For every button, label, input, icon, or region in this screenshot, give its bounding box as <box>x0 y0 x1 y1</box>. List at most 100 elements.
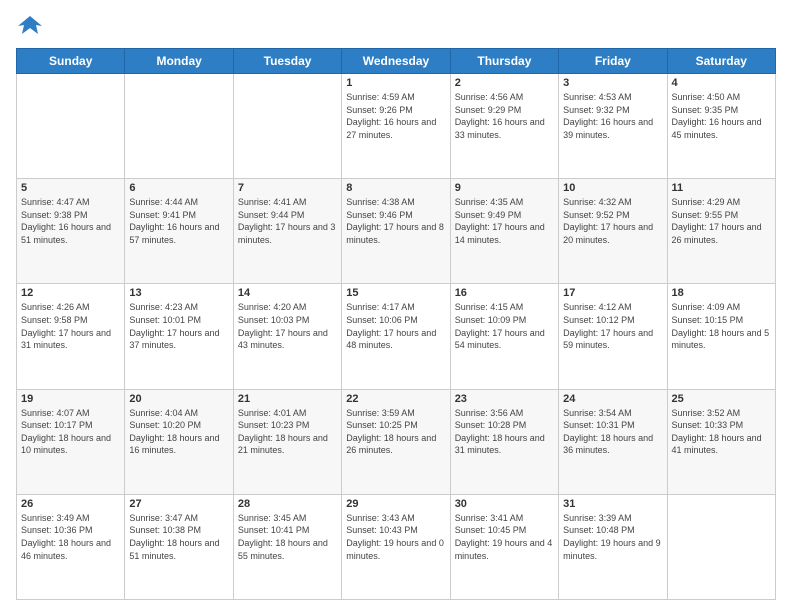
logo-bird-icon <box>16 12 44 40</box>
calendar-day-cell: 20Sunrise: 4:04 AM Sunset: 10:20 PM Dayl… <box>125 389 233 494</box>
day-info: Sunrise: 4:26 AM Sunset: 9:58 PM Dayligh… <box>21 301 120 351</box>
day-number: 24 <box>563 393 662 405</box>
day-number: 15 <box>346 287 445 299</box>
day-info: Sunrise: 4:29 AM Sunset: 9:55 PM Dayligh… <box>672 196 771 246</box>
calendar-header-cell: Thursday <box>450 49 558 74</box>
day-number: 12 <box>21 287 120 299</box>
day-number: 9 <box>455 182 554 194</box>
day-number: 31 <box>563 498 662 510</box>
day-number: 28 <box>238 498 337 510</box>
day-number: 22 <box>346 393 445 405</box>
day-info: Sunrise: 4:44 AM Sunset: 9:41 PM Dayligh… <box>129 196 228 246</box>
day-info: Sunrise: 4:32 AM Sunset: 9:52 PM Dayligh… <box>563 196 662 246</box>
day-number: 14 <box>238 287 337 299</box>
day-number: 29 <box>346 498 445 510</box>
calendar-header-row: SundayMondayTuesdayWednesdayThursdayFrid… <box>17 49 776 74</box>
day-number: 30 <box>455 498 554 510</box>
day-number: 5 <box>21 182 120 194</box>
day-info: Sunrise: 3:52 AM Sunset: 10:33 PM Daylig… <box>672 407 771 457</box>
calendar-day-cell: 17 Sunrise: 4:12 AM Sunset: 10:12 PM Dayl… <box>559 284 667 389</box>
calendar-day-cell: 10 Sunrise: 4:32 AM Sunset: 9:52 PM Dayli… <box>559 179 667 284</box>
day-number: 25 <box>672 393 771 405</box>
calendar-day-cell <box>233 74 341 179</box>
day-info: Sunrise: 4:41 AM Sunset: 9:44 PM Dayligh… <box>238 196 337 246</box>
page: SundayMondayTuesdayWednesdayThursdayFrid… <box>0 0 792 612</box>
day-number: 17 <box>563 287 662 299</box>
day-info: Sunrise: 4:12 AM Sunset: 10:12 PM Daylig… <box>563 301 662 351</box>
day-info: Sunrise: 4:35 AM Sunset: 9:49 PM Dayligh… <box>455 196 554 246</box>
day-number: 16 <box>455 287 554 299</box>
calendar-header-cell: Sunday <box>17 49 125 74</box>
calendar-day-cell: 1 Sunrise: 4:59 AM Sunset: 9:26 PM Daylig… <box>342 74 450 179</box>
calendar-week-row: 12 Sunrise: 4:26 AM Sunset: 9:58 PM Dayli… <box>17 284 776 389</box>
day-info: Sunrise: 4:17 AM Sunset: 10:06 PM Daylig… <box>346 301 445 351</box>
calendar-day-cell: 30Sunrise: 3:41 AM Sunset: 10:45 PM Dayl… <box>450 494 558 599</box>
day-number: 13 <box>129 287 228 299</box>
calendar-week-row: 5 Sunrise: 4:47 AM Sunset: 9:38 PM Daylig… <box>17 179 776 284</box>
calendar-header-cell: Friday <box>559 49 667 74</box>
calendar-day-cell: 18 Sunrise: 4:09 AM Sunset: 10:15 PM Dayl… <box>667 284 775 389</box>
calendar-day-cell: 6Sunrise: 4:44 AM Sunset: 9:41 PM Daylig… <box>125 179 233 284</box>
day-info: Sunrise: 3:39 AM Sunset: 10:48 PM Daylig… <box>563 512 662 562</box>
calendar-day-cell: 14 Sunrise: 4:20 AM Sunset: 10:03 PM Dayl… <box>233 284 341 389</box>
calendar-header-cell: Wednesday <box>342 49 450 74</box>
calendar-day-cell: 28 Sunrise: 3:45 AM Sunset: 10:41 PM Dayl… <box>233 494 341 599</box>
calendar-day-cell: 4 Sunrise: 4:50 AM Sunset: 9:35 PM Daylig… <box>667 74 775 179</box>
calendar-day-cell: 23Sunrise: 3:56 AM Sunset: 10:28 PM Dayl… <box>450 389 558 494</box>
day-info: Sunrise: 4:09 AM Sunset: 10:15 PM Daylig… <box>672 301 771 351</box>
day-info: Sunrise: 4:47 AM Sunset: 9:38 PM Dayligh… <box>21 196 120 246</box>
day-number: 1 <box>346 77 445 89</box>
day-number: 2 <box>455 77 554 89</box>
calendar-day-cell: 16Sunrise: 4:15 AM Sunset: 10:09 PM Dayl… <box>450 284 558 389</box>
calendar-day-cell: 22 Sunrise: 3:59 AM Sunset: 10:25 PM Dayl… <box>342 389 450 494</box>
day-info: Sunrise: 4:59 AM Sunset: 9:26 PM Dayligh… <box>346 91 445 141</box>
calendar-day-cell: 24Sunrise: 3:54 AM Sunset: 10:31 PM Dayl… <box>559 389 667 494</box>
day-info: Sunrise: 4:56 AM Sunset: 9:29 PM Dayligh… <box>455 91 554 141</box>
day-number: 10 <box>563 182 662 194</box>
calendar-day-cell: 12 Sunrise: 4:26 AM Sunset: 9:58 PM Dayli… <box>17 284 125 389</box>
header <box>16 12 776 40</box>
day-info: Sunrise: 4:01 AM Sunset: 10:23 PM Daylig… <box>238 407 337 457</box>
calendar-day-cell: 8 Sunrise: 4:38 AM Sunset: 9:46 PM Daylig… <box>342 179 450 284</box>
day-info: Sunrise: 4:53 AM Sunset: 9:32 PM Dayligh… <box>563 91 662 141</box>
calendar-day-cell <box>17 74 125 179</box>
calendar-day-cell: 2 Sunrise: 4:56 AM Sunset: 9:29 PM Daylig… <box>450 74 558 179</box>
calendar-body: 1 Sunrise: 4:59 AM Sunset: 9:26 PM Daylig… <box>17 74 776 600</box>
day-info: Sunrise: 4:50 AM Sunset: 9:35 PM Dayligh… <box>672 91 771 141</box>
calendar-week-row: 19Sunrise: 4:07 AM Sunset: 10:17 PM Dayl… <box>17 389 776 494</box>
day-info: Sunrise: 3:47 AM Sunset: 10:38 PM Daylig… <box>129 512 228 562</box>
day-info: Sunrise: 4:20 AM Sunset: 10:03 PM Daylig… <box>238 301 337 351</box>
calendar-header-cell: Monday <box>125 49 233 74</box>
day-number: 27 <box>129 498 228 510</box>
day-number: 21 <box>238 393 337 405</box>
calendar-week-row: 1 Sunrise: 4:59 AM Sunset: 9:26 PM Daylig… <box>17 74 776 179</box>
day-info: Sunrise: 3:43 AM Sunset: 10:43 PM Daylig… <box>346 512 445 562</box>
day-info: Sunrise: 3:49 AM Sunset: 10:36 PM Daylig… <box>21 512 120 562</box>
calendar-header: SundayMondayTuesdayWednesdayThursdayFrid… <box>17 49 776 74</box>
calendar-day-cell: 21 Sunrise: 4:01 AM Sunset: 10:23 PM Dayl… <box>233 389 341 494</box>
day-number: 3 <box>563 77 662 89</box>
day-info: Sunrise: 4:07 AM Sunset: 10:17 PM Daylig… <box>21 407 120 457</box>
day-number: 7 <box>238 182 337 194</box>
calendar-header-cell: Tuesday <box>233 49 341 74</box>
calendar-day-cell <box>667 494 775 599</box>
day-info: Sunrise: 4:38 AM Sunset: 9:46 PM Dayligh… <box>346 196 445 246</box>
day-number: 8 <box>346 182 445 194</box>
day-info: Sunrise: 3:45 AM Sunset: 10:41 PM Daylig… <box>238 512 337 562</box>
calendar-day-cell: 15 Sunrise: 4:17 AM Sunset: 10:06 PM Dayl… <box>342 284 450 389</box>
calendar-header-cell: Saturday <box>667 49 775 74</box>
calendar-day-cell: 29 Sunrise: 3:43 AM Sunset: 10:43 PM Dayl… <box>342 494 450 599</box>
logo <box>16 12 48 40</box>
calendar-day-cell: 11Sunrise: 4:29 AM Sunset: 9:55 PM Dayli… <box>667 179 775 284</box>
day-number: 18 <box>672 287 771 299</box>
calendar-day-cell: 27 Sunrise: 3:47 AM Sunset: 10:38 PM Dayl… <box>125 494 233 599</box>
calendar-day-cell: 31 Sunrise: 3:39 AM Sunset: 10:48 PM Dayl… <box>559 494 667 599</box>
calendar-day-cell: 19Sunrise: 4:07 AM Sunset: 10:17 PM Dayl… <box>17 389 125 494</box>
day-number: 4 <box>672 77 771 89</box>
day-number: 26 <box>21 498 120 510</box>
calendar-day-cell: 3 Sunrise: 4:53 AM Sunset: 9:32 PM Daylig… <box>559 74 667 179</box>
day-info: Sunrise: 3:59 AM Sunset: 10:25 PM Daylig… <box>346 407 445 457</box>
calendar-table: SundayMondayTuesdayWednesdayThursdayFrid… <box>16 48 776 600</box>
calendar-day-cell: 26 Sunrise: 3:49 AM Sunset: 10:36 PM Dayl… <box>17 494 125 599</box>
day-info: Sunrise: 3:56 AM Sunset: 10:28 PM Daylig… <box>455 407 554 457</box>
